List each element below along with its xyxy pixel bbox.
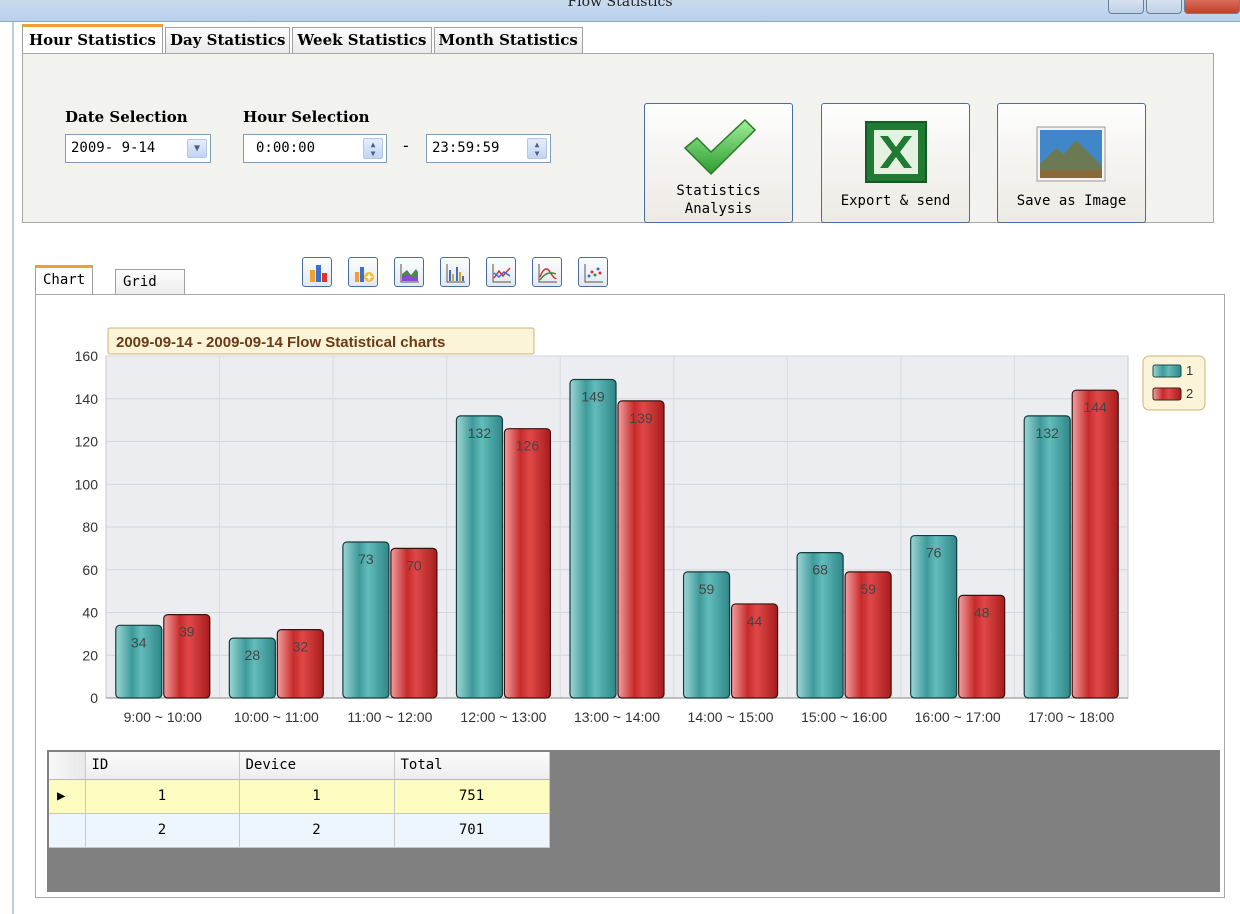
cell-total[interactable]: 751 [394,779,550,814]
cell-total[interactable]: 701 [394,813,550,848]
bar-value-label: 132 [1036,425,1060,441]
y-tick-label: 40 [82,605,98,621]
bar-series-1[interactable] [569,378,617,699]
cell-id[interactable]: 2 [85,813,240,848]
x-tick-label: 13:00 ~ 14:00 [574,709,660,725]
legend-swatch-1 [1152,364,1182,378]
bar-value-label: 126 [516,438,540,454]
legend-swatch-2 [1152,387,1182,401]
y-tick-label: 20 [82,647,98,663]
row-header[interactable] [49,813,86,848]
x-axis-labels: 9:00 ~ 10:00 10:00 ~ 11:00 11:00 ~ 12:00 12… [124,709,1115,725]
y-tick-label: 160 [75,348,99,364]
table-row[interactable]: 2 2 701 [49,813,550,848]
bar-value-label: 59 [699,581,715,597]
x-tick-label: 17:00 ~ 18:00 [1028,709,1114,725]
y-tick-label: 80 [82,519,98,535]
bar-value-label: 28 [245,647,261,663]
row-header-corner [49,752,86,780]
x-tick-label: 9:00 ~ 10:00 [124,709,202,725]
cell-device[interactable]: 1 [239,779,395,814]
cell-device[interactable]: 2 [239,813,395,848]
y-tick-label: 0 [90,690,98,706]
y-tick-label: 140 [75,391,99,407]
bar-value-label: 32 [293,639,309,655]
column-header-total[interactable]: Total [394,752,550,780]
bar-value-label: 149 [581,389,605,405]
bar-value-label: 44 [747,613,763,629]
cell-id[interactable]: 1 [85,779,240,814]
table-row[interactable]: ▶ 1 1 751 [49,779,550,814]
row-selector-icon[interactable]: ▶ [49,779,86,814]
summary-table: ID Device Total ▶ 1 1 751 2 2 701 [49,752,550,848]
x-tick-label: 12:00 ~ 13:00 [460,709,546,725]
x-tick-label: 15:00 ~ 16:00 [801,709,887,725]
bar-value-label: 139 [629,410,653,426]
bar-value-label: 76 [926,545,942,561]
summary-grid: ID Device Total ▶ 1 1 751 2 2 701 [47,750,1220,892]
bar-value-label: 48 [974,604,990,620]
bar-series-1[interactable] [1023,415,1071,699]
y-tick-label: 120 [75,434,99,450]
column-header-id[interactable]: ID [85,752,240,780]
bar-value-label: 34 [131,634,147,650]
chart-title: 2009-09-14 - 2009-09-14 Flow Statistical… [116,334,445,351]
bar-value-label: 73 [358,551,374,567]
bar-series-1[interactable] [455,415,504,699]
legend-label-2: 2 [1186,386,1193,401]
x-tick-label: 11:00 ~ 12:00 [347,709,432,725]
column-header-device[interactable]: Device [239,752,395,780]
bar-value-label: 70 [406,557,422,573]
bar-value-label: 39 [179,624,195,640]
legend: 1 2 [1142,355,1206,411]
x-tick-label: 16:00 ~ 17:00 [915,709,1001,725]
y-axis-labels: 0 20 40 60 80 100 120 140 160 [75,348,99,706]
legend-label-1: 1 [1186,363,1193,378]
bar-series-2[interactable] [617,400,665,699]
bar-series-2[interactable] [1071,389,1119,699]
y-tick-label: 60 [82,562,98,578]
bar-value-label: 59 [860,581,876,597]
bar-value-label: 132 [468,425,492,441]
y-tick-label: 100 [75,476,99,492]
bar-value-label: 68 [812,562,828,578]
x-tick-label: 14:00 ~ 15:00 [688,709,774,725]
chart-title-box: 2009-09-14 - 2009-09-14 Flow Statistical… [107,327,535,355]
bar-series-2[interactable] [503,428,552,699]
bar-value-label: 144 [1084,399,1108,415]
flow-bar-chart: 34 39 28 32 73 70 132 126 149 139 59 44 68 59 76 48 132 1… [75,327,1206,725]
x-tick-label: 10:00 ~ 11:00 [234,709,319,725]
